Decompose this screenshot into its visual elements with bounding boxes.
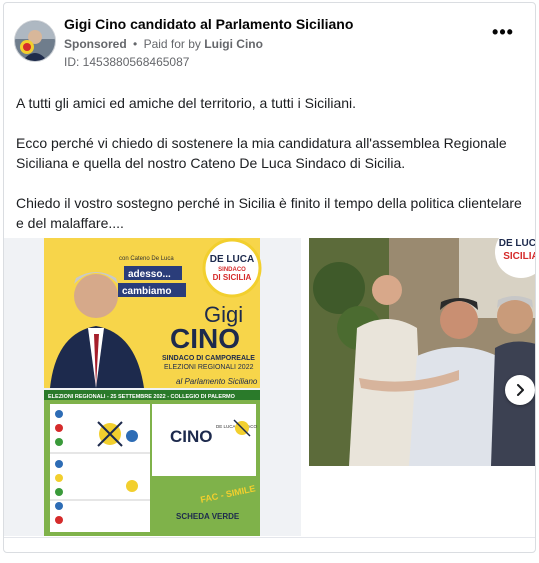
page-avatar[interactable] [14,20,56,62]
avatar-image [15,21,55,61]
poster-last-name: CINO [170,323,240,354]
body-paragraph: A tutti gli amici ed amiche del territor… [16,95,357,111]
ad-id: ID: 1453880568465087 [64,55,190,69]
group-photo-image: DE LUCA SICILIA [309,238,536,466]
photo-badge-line1: DE LUCA [499,238,536,249]
ballot-name: CINO [170,427,213,446]
body-paragraph: Chiedo il vostro sostegno perché in Sici… [16,195,522,231]
ballot-header: ELEZIONI REGIONALI - 25 SETTEMBRE 2022 -… [48,394,236,400]
carousel-next-button[interactable] [505,375,535,405]
carousel-slide-photo[interactable]: DE LUCA SICILIA [309,238,536,466]
ballot-scheda: SCHEDA VERDE [176,512,240,521]
more-horizontal-icon[interactable]: ••• [491,23,515,49]
ad-card: Gigi Cino candidato al Parlamento Sicili… [3,2,536,553]
photo-badge-line2: SICILIA [503,251,536,262]
poster-cambiamo: cambiamo [122,286,171,297]
poster-adesso: adesso... [128,269,171,280]
carousel-slide-poster[interactable]: con Cateno De Luca adesso... cambiamo DE… [4,238,301,536]
card-footer-divider [4,537,535,552]
paid-for-label: Paid for by [143,37,201,51]
poster-badge-line1: DE LUCA [210,254,254,265]
ad-header: Gigi Cino candidato al Parlamento Sicili… [4,3,535,79]
poster-role-line2: ELEZIONI REGIONALI 2022 [164,364,254,371]
body-paragraph: Ecco perché vi chiedo di sostenere la mi… [16,135,507,171]
media-carousel: con Cateno De Luca adesso... cambiamo DE… [4,238,536,538]
campaign-poster-image: con Cateno De Luca adesso... cambiamo DE… [44,238,262,536]
page-name[interactable]: Gigi Cino candidato al Parlamento Sicili… [64,16,353,32]
meta-separator: • [133,37,138,51]
poster-with-text: con Cateno De Luca [119,256,174,262]
payer-name[interactable]: Luigi Cino [204,37,263,51]
poster-badge-line3: DI SICILIA [213,273,252,282]
sponsored-label: Sponsored [64,37,127,51]
chevron-right-icon [517,384,524,396]
ad-meta: Sponsored • Paid for by Luigi Cino [64,37,263,51]
poster-role-line1: SINDACO DI CAMPOREALE [162,355,255,362]
ad-body: A tutti gli amici ed amiche del territor… [16,93,526,253]
poster-role-line3: al Parlamento Siciliano [176,377,258,386]
